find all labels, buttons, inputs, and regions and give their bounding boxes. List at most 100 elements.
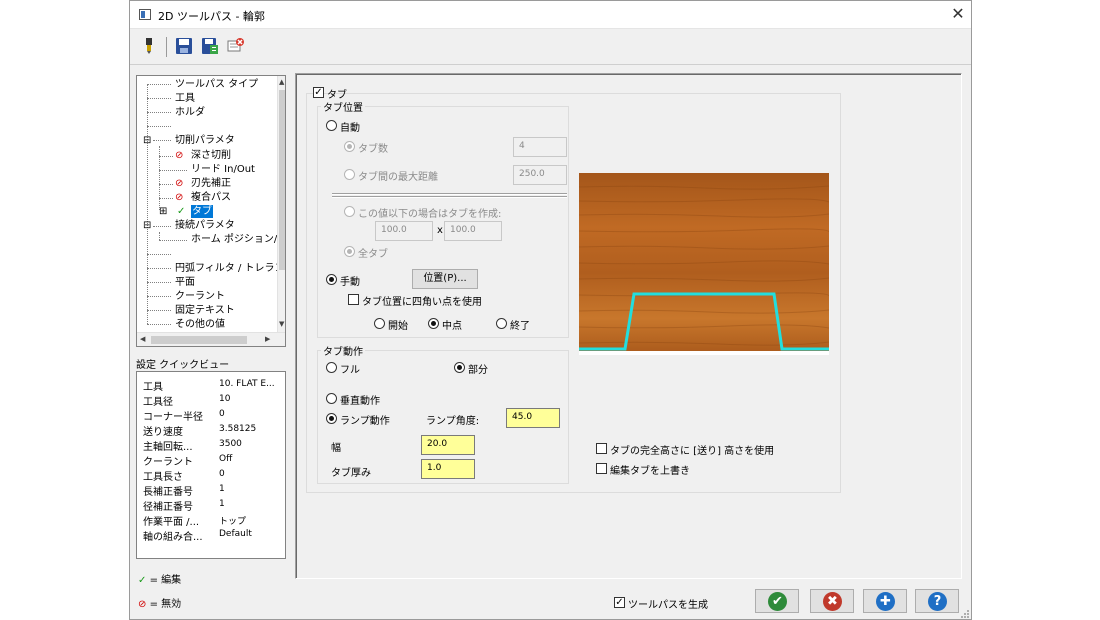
legend-disabled-label: = 無効	[149, 599, 182, 610]
tab-motion-title: タブ動作	[321, 343, 365, 358]
delete-icon[interactable]	[226, 37, 244, 55]
four-corners-checkbox[interactable]	[348, 294, 359, 305]
help-icon: ?	[928, 592, 947, 611]
legend-edited-label: = 編集	[149, 575, 182, 586]
tree-item-tabs[interactable]: タブ	[191, 205, 213, 218]
tree-item-depth-cuts[interactable]: 深さ切削	[191, 149, 231, 162]
toolbar	[130, 29, 971, 65]
tab-preview-image	[579, 173, 829, 355]
tree-item-multi-pass[interactable]: 複合パス	[191, 191, 231, 204]
qv-key: 径補正番号	[143, 502, 193, 513]
disabled-icon: ⊘	[175, 192, 184, 203]
tree-item-lead-in-out[interactable]: リード In/Out	[191, 163, 255, 176]
quickview-label: 設定 クイックビュー	[136, 360, 230, 371]
scroll-left-icon[interactable]: ◀	[140, 335, 145, 343]
size-x-input[interactable]: 100.0	[375, 221, 433, 241]
size-condition-label: この値以下の場合はタブを作成:	[358, 209, 502, 220]
full-height-label: タブの完全高さに [送り] 高さを使用	[610, 446, 775, 457]
tree-line	[147, 84, 148, 324]
help-button[interactable]: ?	[915, 589, 959, 613]
edited-check-icon: ✓	[138, 575, 147, 586]
qv-key: 主軸回転...	[143, 442, 193, 453]
tree-item-planes[interactable]: 平面	[175, 276, 195, 289]
legend-disabled: ⊘ = 無効	[138, 595, 181, 610]
close-button[interactable]: ✕	[948, 4, 968, 23]
tree-item-cutter-comp[interactable]: 刃先補正	[191, 177, 231, 190]
qv-key: 長補正番号	[143, 487, 193, 498]
qv-key: 送り速度	[143, 427, 183, 438]
expander-cut-params[interactable]: ⊟	[143, 134, 151, 147]
all-tabs-radio[interactable]	[344, 246, 355, 257]
resize-grip-icon[interactable]	[960, 609, 970, 619]
expander-link-params[interactable]: ⊟	[143, 219, 151, 232]
start-radio[interactable]	[374, 318, 385, 329]
tabs-enable-checkbox[interactable]: ✓	[313, 87, 324, 98]
full-radio[interactable]	[326, 362, 337, 373]
qv-key: コーナー半径	[143, 412, 203, 423]
tree-item-toolpath-type[interactable]: ツールパス タイプ	[175, 78, 258, 91]
tab-position-title: タブ位置	[321, 99, 365, 114]
four-corners-label: タブ位置に四角い点を使用	[362, 297, 482, 308]
tree-item-link-params[interactable]: 接続パラメタ	[175, 219, 235, 232]
tree-vertical-scrollbar[interactable]: ▲ ▼	[277, 76, 285, 332]
position-button[interactable]: 位置(P)...	[412, 269, 478, 289]
width-input[interactable]: 20.0	[421, 435, 475, 455]
save-icon[interactable]	[175, 37, 193, 55]
ramp-motion-label: ランプ動作	[340, 416, 390, 427]
qv-key: 工具径	[143, 397, 173, 408]
tab-count-radio[interactable]	[344, 141, 355, 152]
midpoint-radio[interactable]	[428, 318, 439, 329]
auto-radio[interactable]	[326, 120, 337, 131]
save-as-icon[interactable]	[201, 37, 219, 55]
scroll-down-icon[interactable]: ▼	[279, 320, 284, 328]
expander-tabs[interactable]: ⊞	[159, 205, 167, 218]
cancel-button[interactable]: ✖	[810, 589, 854, 613]
tab-count-input[interactable]: 4	[513, 137, 567, 157]
qv-value: 1	[219, 499, 225, 509]
qv-value: 0	[219, 409, 225, 419]
qv-value: 10	[219, 394, 231, 404]
tree-item-misc-values[interactable]: その他の値	[175, 318, 225, 331]
toolbar-separator	[166, 37, 167, 57]
scroll-up-icon[interactable]: ▲	[279, 78, 284, 86]
separator	[332, 193, 567, 195]
midpoint-label: 中点	[442, 321, 462, 332]
qv-key: 作業平面 /...	[143, 517, 200, 528]
overwrite-checkbox[interactable]	[596, 463, 607, 474]
qv-value: 1	[219, 484, 225, 494]
end-radio[interactable]	[496, 318, 507, 329]
tool-icon[interactable]	[140, 37, 158, 55]
ok-button[interactable]: ✔	[755, 589, 799, 613]
apply-button[interactable]: ✚	[863, 589, 907, 613]
full-height-checkbox[interactable]	[596, 443, 607, 454]
qv-key: クーラント	[143, 457, 193, 468]
generate-toolpath-checkbox[interactable]: ✓	[614, 597, 625, 608]
tree-horizontal-scrollbar[interactable]: ◀ ▶	[137, 332, 285, 346]
parameter-tree[interactable]: ツールパス タイプ 工具 ホルダ ⊟ 切削パラメタ ⊘ 深さ切削 リード In/…	[136, 75, 286, 347]
tree-item-holder[interactable]: ホルダ	[175, 106, 205, 119]
ramp-motion-radio[interactable]	[326, 413, 337, 424]
ramp-angle-input[interactable]: 45.0	[506, 408, 560, 428]
scroll-right-icon[interactable]: ▶	[265, 335, 270, 343]
start-label: 開始	[388, 321, 408, 332]
window-title: 2D ツールパス - 輪郭	[158, 10, 265, 23]
size-y-input[interactable]: 100.0	[444, 221, 502, 241]
width-label: 幅	[331, 443, 341, 454]
max-distance-input[interactable]: 250.0	[513, 165, 567, 185]
tree-item-home-position[interactable]: ホーム ポジション/参照	[191, 233, 285, 246]
partial-radio[interactable]	[454, 362, 465, 373]
manual-radio[interactable]	[326, 274, 337, 285]
tree-item-coolant[interactable]: クーラント	[175, 290, 225, 303]
all-tabs-label: 全タブ	[358, 249, 388, 260]
tree-item-cut-params[interactable]: 切削パラメタ	[175, 134, 235, 147]
scroll-thumb[interactable]	[151, 336, 247, 344]
scroll-thumb[interactable]	[279, 90, 285, 270]
tree-item-arc-filter[interactable]: 円弧フィルタ / トレランス	[175, 262, 285, 275]
tree-item-tool[interactable]: 工具	[175, 92, 195, 105]
size-condition-radio[interactable]	[344, 206, 355, 217]
qv-key: 工具長さ	[143, 472, 183, 483]
thickness-input[interactable]: 1.0	[421, 459, 475, 479]
vertical-motion-radio[interactable]	[326, 393, 337, 404]
max-distance-radio[interactable]	[344, 169, 355, 180]
tree-item-canned-text[interactable]: 固定テキスト	[175, 304, 235, 317]
